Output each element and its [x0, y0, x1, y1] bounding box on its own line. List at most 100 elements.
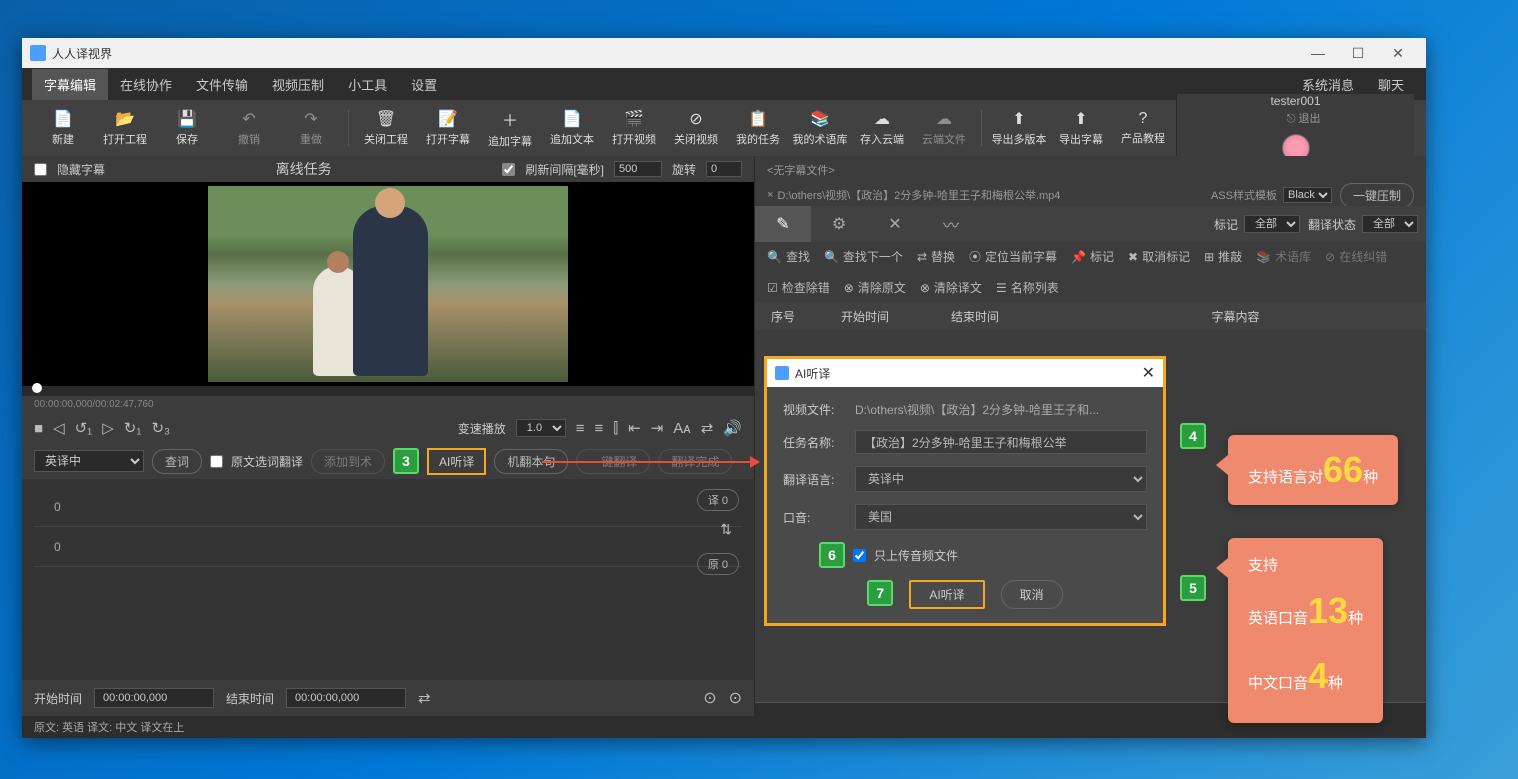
- menu-online-collab[interactable]: 在线协作: [108, 69, 184, 100]
- act-find[interactable]: 🔍 查找: [767, 248, 810, 265]
- swap-time-icon[interactable]: ⇄: [418, 689, 431, 707]
- adjust-tab[interactable]: ⚙: [811, 206, 867, 242]
- dlg-task-input[interactable]: [855, 430, 1147, 454]
- interval-input[interactable]: [614, 161, 662, 177]
- tb-append-text[interactable]: 📄追加文本: [543, 103, 601, 153]
- compress-button[interactable]: 一键压制: [1340, 183, 1414, 208]
- dlg-file: D:\others\视频\【政治】2分多钟-哈里王子和...: [855, 401, 1147, 418]
- speed-select[interactable]: 1.0: [516, 419, 566, 437]
- tb-export-sub[interactable]: ⬆导出字幕: [1052, 103, 1110, 153]
- tb-close-video[interactable]: ⊘关闭视频: [667, 103, 725, 153]
- lookup-button[interactable]: 查词: [152, 449, 202, 474]
- tb-save[interactable]: 💾保存: [158, 103, 216, 153]
- stop-button[interactable]: ■: [34, 420, 43, 437]
- act-mark[interactable]: 📌 标记: [1071, 248, 1114, 265]
- font-icon[interactable]: Aᴀ: [673, 420, 690, 437]
- export-icon: ⬆: [1012, 109, 1025, 129]
- playhead[interactable]: [32, 383, 42, 393]
- menu-subtitle-edit[interactable]: 字幕编辑: [32, 69, 108, 100]
- loop-icon[interactable]: ⇄: [701, 419, 714, 437]
- src-trans-checkbox[interactable]: [210, 455, 223, 468]
- app-window: 人人译视界 — ☐ ✕ 字幕编辑 在线协作 文件传输 视频压制 小工具 设置 系…: [22, 38, 1426, 738]
- menu-video-compress[interactable]: 视频压制: [260, 69, 336, 100]
- wave-tab[interactable]: 〰: [923, 206, 979, 242]
- act-refine[interactable]: ⊞ 推敲: [1204, 248, 1242, 265]
- sub-row-0[interactable]: 0: [34, 487, 742, 527]
- tb-glossary[interactable]: 📚我的术语库: [791, 103, 849, 153]
- maximize-button[interactable]: ☐: [1338, 39, 1378, 67]
- mark-filter[interactable]: 全部: [1244, 215, 1300, 233]
- tb-undo[interactable]: ↶撤销: [220, 103, 278, 153]
- act-online-correct[interactable]: ⊘ 在线纠错: [1325, 248, 1387, 265]
- ass-style-select[interactable]: Black: [1283, 187, 1332, 203]
- align2-icon[interactable]: ≡: [595, 420, 604, 437]
- act-locate[interactable]: ⦿ 定位当前字幕: [969, 248, 1057, 265]
- guide-arrow: [542, 461, 752, 463]
- tb-export-multi[interactable]: ⬆导出多版本: [990, 103, 1048, 153]
- tb-close-proj[interactable]: 🗑关闭工程: [357, 103, 415, 153]
- dlg-accent-select[interactable]: 美国: [855, 504, 1147, 530]
- swap-icon[interactable]: ⇅: [720, 521, 732, 538]
- refresh-checkbox[interactable]: [502, 163, 515, 176]
- dlg-cancel-button[interactable]: 取消: [1001, 580, 1063, 609]
- tb-new[interactable]: 📄新建: [34, 103, 92, 153]
- dlg-ok-button[interactable]: AI听译: [909, 580, 984, 609]
- lang-select[interactable]: 英译中: [34, 450, 144, 472]
- dlg-lang-select[interactable]: 英译中: [855, 466, 1147, 492]
- volume-icon[interactable]: 🔊: [723, 419, 742, 437]
- tb-open-sub[interactable]: 📝打开字幕: [419, 103, 477, 153]
- tb-cloud-file[interactable]: ☁云端文件: [915, 103, 973, 153]
- app-icon: [30, 45, 46, 61]
- logout-button[interactable]: ⎋ 退出: [1287, 110, 1321, 126]
- status-filter[interactable]: 全部: [1362, 215, 1418, 233]
- tb-append-sub[interactable]: ＋追加字幕: [481, 103, 539, 153]
- fwd1-button[interactable]: ↻₁: [124, 419, 142, 437]
- act-unmark[interactable]: ✖ 取消标记: [1128, 248, 1190, 265]
- act-check[interactable]: ☑ 检查除错: [767, 279, 830, 296]
- tb-cloud-save[interactable]: ☁存入云端: [853, 103, 911, 153]
- callout-accents: 支持 英语口音13种 中文口音4种: [1228, 538, 1383, 723]
- in-icon[interactable]: ⇤: [628, 419, 641, 437]
- out-icon[interactable]: ⇥: [651, 419, 664, 437]
- split-icon[interactable]: ⫿: [613, 420, 618, 437]
- video-preview[interactable]: [22, 182, 754, 386]
- tb-open[interactable]: 📂打开工程: [96, 103, 154, 153]
- tb-open-video[interactable]: 🎬打开视频: [605, 103, 663, 153]
- act-glossary[interactable]: 📚 术语库: [1256, 248, 1311, 265]
- back1-button[interactable]: ↺₁: [75, 419, 93, 437]
- fwd3-button[interactable]: ↻₃: [151, 419, 170, 437]
- ai-translate-button[interactable]: AI听译: [427, 448, 486, 475]
- yi-counter[interactable]: 译 0: [697, 489, 739, 511]
- yuan-counter[interactable]: 原 0: [697, 553, 739, 575]
- align-icon[interactable]: ≡: [576, 420, 585, 437]
- dialog-close-button[interactable]: ✕: [1142, 363, 1155, 383]
- next-sub-icon[interactable]: ⊙: [729, 688, 742, 708]
- prev-sub-icon[interactable]: ⊙: [703, 688, 716, 708]
- act-findnext[interactable]: 🔍 查找下一个: [824, 248, 903, 265]
- tb-redo[interactable]: ↷重做: [282, 103, 340, 153]
- act-namelist[interactable]: ☰ 名称列表: [996, 279, 1059, 296]
- menu-tools[interactable]: 小工具: [336, 69, 399, 100]
- prev-button[interactable]: ◁: [53, 419, 65, 437]
- tools-tab[interactable]: ✕: [867, 206, 923, 242]
- menu-settings[interactable]: 设置: [399, 69, 449, 100]
- minimize-button[interactable]: —: [1298, 39, 1338, 67]
- menu-file-transfer[interactable]: 文件传输: [184, 69, 260, 100]
- redo-icon: ↷: [304, 109, 317, 129]
- dlg-audio-only-checkbox[interactable]: [853, 549, 866, 562]
- end-time-input[interactable]: [286, 688, 406, 708]
- video-seekbar[interactable]: [22, 386, 754, 396]
- tb-my-tasks[interactable]: 📋我的任务: [729, 103, 787, 153]
- close-button[interactable]: ✕: [1378, 39, 1418, 67]
- act-replace[interactable]: ⇄ 替换: [917, 248, 955, 265]
- start-time-input[interactable]: [94, 688, 214, 708]
- add-glossary-button[interactable]: 添加到术: [311, 449, 385, 474]
- act-clear-trans[interactable]: ⊗ 清除译文: [920, 279, 982, 296]
- act-clear-src[interactable]: ⊗ 清除原文: [844, 279, 906, 296]
- edit-tab[interactable]: ✎: [755, 206, 811, 242]
- sub-row-1[interactable]: 0: [34, 527, 742, 567]
- play-button[interactable]: ▷: [102, 419, 114, 437]
- hide-subtitle-checkbox[interactable]: [34, 163, 47, 176]
- tb-tutorial[interactable]: ?产品教程: [1114, 103, 1172, 153]
- rotate-input[interactable]: [706, 161, 742, 177]
